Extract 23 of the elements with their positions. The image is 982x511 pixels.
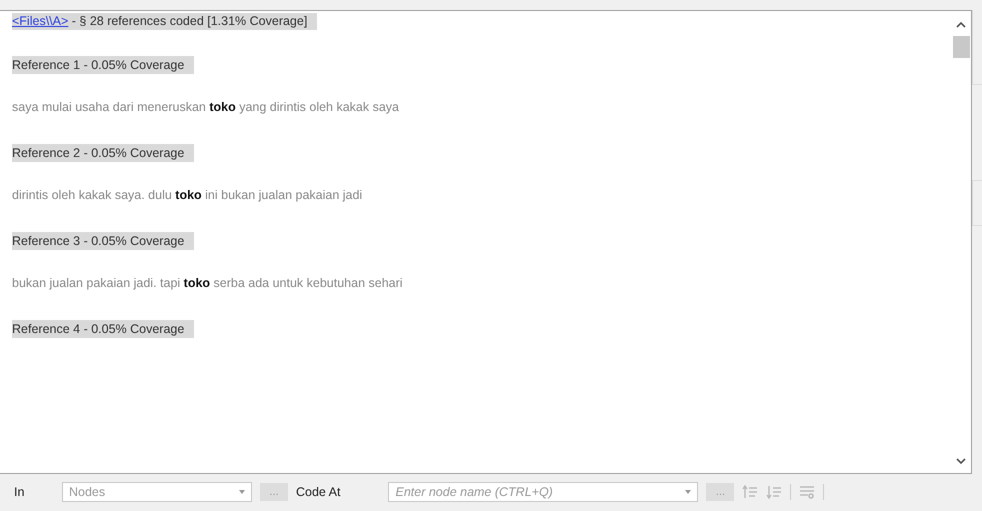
browse-button[interactable]: ... [706, 482, 734, 500]
in-label: In [14, 484, 26, 498]
reference-text: saya mulai usaha dari meneruskan toko yang dirintis oleh kakak saya [12, 100, 400, 114]
reference-heading: Reference 3 - 0.05% Coverage [12, 232, 194, 250]
scroll-thumb[interactable] [952, 36, 970, 58]
node-name-field[interactable]: Enter node name (CTRL+Q) [388, 482, 698, 502]
coverage-summary: - § 28 references coded [1.31% Coverage] [70, 14, 308, 28]
scroll-down-icon[interactable] [956, 458, 966, 465]
list-icon[interactable] [799, 484, 816, 498]
reference-text: bukan jualan pakaian jadi. tapi toko serba ada untuk kebutuhan sehari [12, 276, 404, 290]
file-link[interactable]: <Files\\A> [12, 14, 68, 28]
uncode-icon[interactable] [766, 484, 782, 498]
nodes-dropdown[interactable]: Nodes [62, 482, 252, 502]
reference-heading: Reference 1 - 0.05% Coverage [12, 56, 194, 74]
code-at-label: Code At [296, 484, 340, 498]
reference-text: dirintis oleh kakak saya. dulu toko ini bukan jualan pakaian jadi [12, 188, 364, 202]
code-icon[interactable] [742, 484, 758, 498]
dropdown-arrow-icon [685, 490, 692, 494]
reference-heading: Reference 2 - 0.05% Coverage [12, 144, 194, 162]
reference-heading: Reference 4 - 0.05% Coverage [12, 320, 194, 338]
browse-button[interactable]: ... [260, 482, 288, 500]
dropdown-arrow-icon [239, 490, 245, 494]
scroll-up-icon[interactable] [956, 21, 966, 28]
